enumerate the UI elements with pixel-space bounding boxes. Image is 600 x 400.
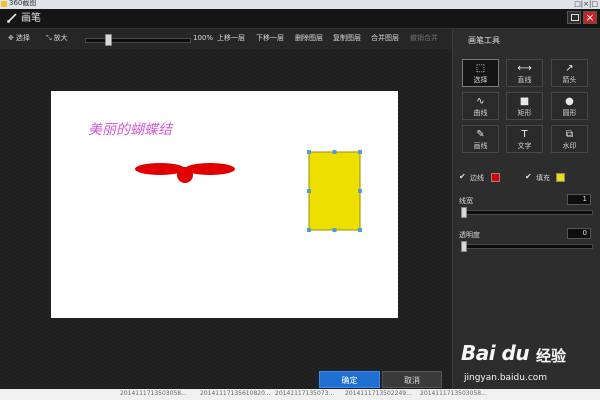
close-button[interactable]: × [583,11,597,24]
window-title: 画笔 [21,13,41,24]
tool-button-watermark[interactable]: ⧉ 水印 [551,125,588,153]
panel-title: 画笔工具 [468,36,500,45]
taskbar-item[interactable]: 2014111713502249... [345,390,412,397]
border-color-swatch[interactable] [491,173,500,182]
tool-label: 文字 [517,142,532,150]
watermark-url: jingyan.baidu.com [464,373,548,383]
tool-button-line[interactable]: ⟷ 直线 [506,59,543,87]
resize-handle[interactable] [307,189,311,193]
arrow-icon: ↗ [565,63,574,74]
tool-label: 圆形 [562,109,577,117]
undo-merge-button[interactable]: 撤销合并 [410,32,438,44]
opacity-input[interactable]: 0 [567,228,591,239]
zoom-in-button[interactable]: ⤡ 放大 [46,32,68,44]
resize-handle[interactable] [307,228,311,232]
tool-button-select[interactable]: ⬚ 选择 [462,59,499,87]
outer-window-title: 360截图 [9,0,37,7]
select-icon: ⬚ [475,63,486,74]
taskbar-item[interactable]: 2014111713503058... [420,390,487,397]
line-width-label: 线宽 [459,197,473,205]
resize-handle[interactable] [332,228,337,232]
cancel-button[interactable]: 取消 [382,371,442,388]
copy-layer-button[interactable]: 复制图层 [333,32,361,44]
taskbar-item[interactable]: 2014111713503058... [120,390,187,397]
ok-button[interactable]: 确定 [319,371,380,388]
tool-button-curve[interactable]: ∿ 曲线 [462,92,499,120]
taskbar-item[interactable]: 20141117135073... [275,390,334,397]
tool-button-circle[interactable]: ● 圆形 [551,92,588,120]
window-title-bar: 画笔 × [0,9,600,29]
tool-label: 画线 [473,142,488,150]
tool-label: 箭头 [562,76,577,84]
selected-rectangle[interactable] [308,151,361,231]
delete-layer-button[interactable]: 删除图层 [295,32,323,44]
fill-color-swatch[interactable] [556,173,565,182]
watermark-logo: Bai du [461,341,530,365]
line-width-thumb[interactable] [461,207,467,218]
select-arrow-icon: ✥ [8,34,14,42]
maximize-button[interactable] [567,11,581,24]
tool-button-rectangle[interactable]: ■ 矩形 [506,92,543,120]
opacity-slider[interactable] [461,244,593,249]
line-width-input[interactable]: 1 [567,194,591,205]
paint-window: 画笔 × ✥ 选择 ⤡ 放大 100% 上移一层 下移一层 删除图层 复制图层 合并… [0,9,600,389]
resize-handle[interactable] [358,189,362,193]
border-checkbox[interactable]: ✔ [459,172,466,181]
outer-window-controls[interactable]: □|×|□ [574,0,598,9]
resize-handle[interactable] [332,150,337,154]
drawing-canvas[interactable]: 美丽的蝴蝶结 [51,91,398,318]
resize-handle[interactable] [307,150,311,154]
curve-icon: ∿ [476,96,485,107]
circle-icon: ● [565,96,574,107]
baidu-jingyan-watermark: Bai du 经验 jingyan.baidu.com [452,327,600,397]
tool-label: 曲线 [473,109,488,117]
move-down-button[interactable]: 下移一层 [256,32,284,44]
bow-knot [177,167,193,183]
line-icon: ⟷ [517,63,532,74]
move-up-button[interactable]: 上移一层 [217,32,245,44]
bow-shape[interactable] [135,163,235,183]
brush-icon: ✎ [476,129,485,140]
tool-label: 水印 [562,142,577,150]
tool-button-brush[interactable]: ✎ 画线 [462,125,499,153]
watermark-sub: 经验 [536,347,567,365]
tool-label: 选择 [473,76,488,84]
resize-handle[interactable] [358,228,362,232]
zoom-slider-track[interactable] [85,38,191,43]
resize-handle[interactable] [358,150,362,154]
tool-label: 矩形 [517,109,532,117]
watermark-icon: ⧉ [565,129,574,140]
text-icon: T [521,129,528,140]
bottom-strip: 2014111713503058... 20141117135610820... 2… [0,389,600,400]
zoom-expand-icon: ⤡ [46,34,52,42]
app-small-icon [1,1,7,7]
brush-title-icon [7,13,17,23]
tool-button-text[interactable]: T 文字 [506,125,543,153]
select-tool-button[interactable]: ✥ 选择 [8,32,30,44]
line-width-slider[interactable] [461,210,593,215]
rectangle-icon: ■ [519,96,530,107]
top-toolbar: ✥ 选择 ⤡ 放大 100% 上移一层 下移一层 删除图层 复制图层 合并图层 撤销… [0,29,452,48]
zoom-in-label: 放大 [53,34,68,42]
fill-label: 填充 [536,174,550,182]
zoom-slider-thumb[interactable] [105,34,112,46]
border-label: 边线 [470,174,484,182]
merge-layers-button[interactable]: 合并图层 [371,32,399,44]
select-label: 选择 [15,34,30,42]
taskbar-item[interactable]: 20141117135610820... [200,390,271,397]
fill-checkbox[interactable]: ✔ [525,172,532,181]
workspace: 美丽的蝴蝶结 确定 取消 [0,49,452,389]
tool-label: 直线 [517,76,532,84]
canvas-shapes [135,150,362,232]
zoom-value: 100% [193,34,214,42]
tool-button-arrow[interactable]: ↗ 箭头 [551,59,588,87]
opacity-thumb[interactable] [461,241,467,252]
opacity-label: 透明度 [459,231,480,239]
